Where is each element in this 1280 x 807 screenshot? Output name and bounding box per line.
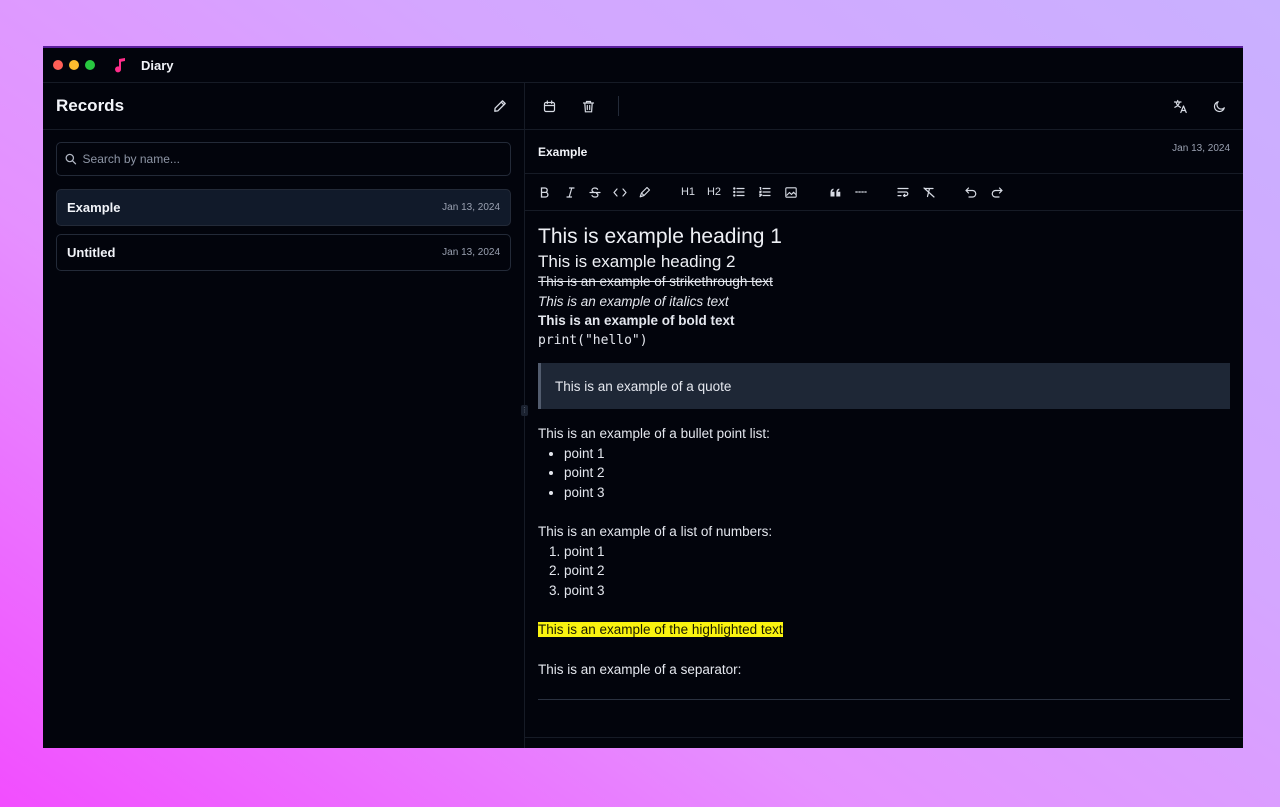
text-wrap-icon bbox=[897, 187, 909, 197]
list-item: point 1 bbox=[564, 444, 1230, 464]
highlighter-icon bbox=[639, 186, 651, 198]
hard-break-button[interactable] bbox=[896, 181, 910, 203]
undo-button[interactable] bbox=[964, 181, 978, 203]
app-window: Diary Records Example bbox=[43, 46, 1243, 748]
language-button[interactable] bbox=[1169, 95, 1191, 117]
blockquote-button[interactable] bbox=[828, 181, 842, 203]
maximize-window-button[interactable] bbox=[85, 60, 95, 70]
search-icon bbox=[65, 153, 77, 165]
moon-icon bbox=[1213, 100, 1225, 112]
highlighted-text: This is an example of the highlighted te… bbox=[538, 622, 783, 637]
numbered-list-section: This is an example of a list of numbers:… bbox=[538, 522, 1230, 600]
list-item: point 1 bbox=[564, 542, 1230, 562]
bullet-list: point 1 point 2 point 3 bbox=[538, 444, 1230, 503]
clear-format-button[interactable] bbox=[922, 181, 936, 203]
sidebar: Records Example Jan 13, 2024 bbox=[43, 83, 528, 748]
list-item: point 3 bbox=[564, 483, 1230, 503]
clear-format-icon bbox=[923, 186, 935, 198]
theme-toggle-button[interactable] bbox=[1208, 95, 1230, 117]
image-icon bbox=[785, 186, 797, 198]
minimize-window-button[interactable] bbox=[69, 60, 79, 70]
highlight-button[interactable] bbox=[638, 181, 652, 203]
sidebar-title: Records bbox=[56, 96, 125, 115]
translate-icon bbox=[1173, 99, 1187, 113]
window-controls bbox=[53, 60, 95, 70]
toolbar-divider bbox=[618, 96, 619, 116]
code-text: print("hello") bbox=[538, 332, 648, 348]
sidebar-header: Records bbox=[43, 83, 524, 130]
record-date: Jan 13, 2024 bbox=[442, 247, 500, 258]
bold-text: This is an example of bold text bbox=[538, 313, 735, 328]
list-item: point 2 bbox=[564, 463, 1230, 483]
blockquote: This is an example of a quote bbox=[538, 363, 1230, 409]
app-title: Diary bbox=[141, 57, 174, 73]
calendar-button[interactable] bbox=[538, 95, 560, 117]
quote-icon bbox=[830, 188, 840, 196]
ordered-list-icon bbox=[759, 187, 771, 197]
formatting-toolbar: H1 H2 bbox=[525, 174, 1243, 211]
highlight-paragraph: This is an example of the highlighted te… bbox=[538, 620, 1230, 640]
editor-bottom-border bbox=[525, 737, 1243, 738]
record-item-untitled[interactable]: Untitled Jan 13, 2024 bbox=[56, 234, 511, 271]
image-button[interactable] bbox=[784, 181, 798, 203]
trash-icon bbox=[582, 100, 594, 112]
italic-text: This is an example of italics text bbox=[538, 293, 729, 309]
heading2-button[interactable]: H2 bbox=[706, 181, 722, 203]
numbered-list-intro: This is an example of a list of numbers: bbox=[538, 524, 773, 539]
list-item: point 3 bbox=[564, 581, 1230, 601]
code-button[interactable] bbox=[612, 181, 628, 203]
h2-label: H2 bbox=[706, 186, 722, 198]
record-date: Jan 13, 2024 bbox=[442, 202, 500, 213]
heading-1: This is example heading 1 bbox=[538, 225, 782, 248]
bold-icon bbox=[540, 186, 549, 198]
records-list: Example Jan 13, 2024 Untitled Jan 13, 20… bbox=[56, 189, 511, 271]
bullet-list-icon bbox=[733, 187, 745, 197]
ordered-list-button[interactable] bbox=[758, 181, 772, 203]
italic-icon bbox=[565, 186, 575, 198]
search-field[interactable] bbox=[56, 142, 511, 176]
heading-2: This is example heading 2 bbox=[538, 252, 736, 271]
strikethrough-icon bbox=[589, 186, 601, 198]
note-header: Example Jan 13, 2024 bbox=[525, 130, 1243, 174]
redo-button[interactable] bbox=[990, 181, 1004, 203]
redo-icon bbox=[991, 186, 1003, 198]
code-icon bbox=[613, 187, 627, 197]
record-name: Example bbox=[67, 200, 121, 215]
bold-button[interactable] bbox=[538, 181, 550, 203]
horizontal-rule-button[interactable] bbox=[854, 181, 868, 203]
h1-label: H1 bbox=[680, 186, 696, 198]
note-date: Jan 13, 2024 bbox=[1172, 143, 1230, 154]
main-toolbar bbox=[525, 83, 1243, 130]
quote-text: This is an example of a quote bbox=[555, 378, 732, 394]
record-item-example[interactable]: Example Jan 13, 2024 bbox=[56, 189, 511, 226]
calendar-icon bbox=[543, 99, 555, 112]
search-input[interactable] bbox=[82, 152, 502, 166]
note-title[interactable]: Example bbox=[538, 145, 587, 159]
record-name: Untitled bbox=[67, 245, 116, 260]
horizontal-rule-icon bbox=[855, 191, 867, 193]
undo-icon bbox=[965, 186, 977, 198]
strikethrough-text: This is an example of strikethrough text bbox=[538, 274, 773, 289]
bullet-list-button[interactable] bbox=[732, 181, 746, 203]
list-item: point 2 bbox=[564, 561, 1230, 581]
bullet-list-section: This is an example of a bullet point lis… bbox=[538, 424, 1230, 502]
heading1-button[interactable]: H1 bbox=[680, 181, 696, 203]
editor-pane: Example Jan 13, 2024 H1 H2 This is examp… bbox=[525, 83, 1243, 748]
separator-intro: This is an example of a separator: bbox=[538, 661, 742, 677]
strikethrough-button[interactable] bbox=[588, 181, 602, 203]
close-window-button[interactable] bbox=[53, 60, 63, 70]
numbered-list: point 1 point 2 point 3 bbox=[538, 542, 1230, 601]
new-record-button[interactable] bbox=[489, 95, 511, 117]
separator-line bbox=[538, 699, 1230, 700]
editor-content[interactable]: This is example heading 1 This is exampl… bbox=[525, 211, 1243, 700]
title-bar: Diary bbox=[43, 48, 1243, 83]
italic-button[interactable] bbox=[564, 181, 576, 203]
pencil-icon bbox=[494, 100, 506, 112]
music-note-icon bbox=[113, 57, 127, 73]
bullet-list-intro: This is an example of a bullet point lis… bbox=[538, 426, 770, 441]
delete-button[interactable] bbox=[577, 95, 599, 117]
